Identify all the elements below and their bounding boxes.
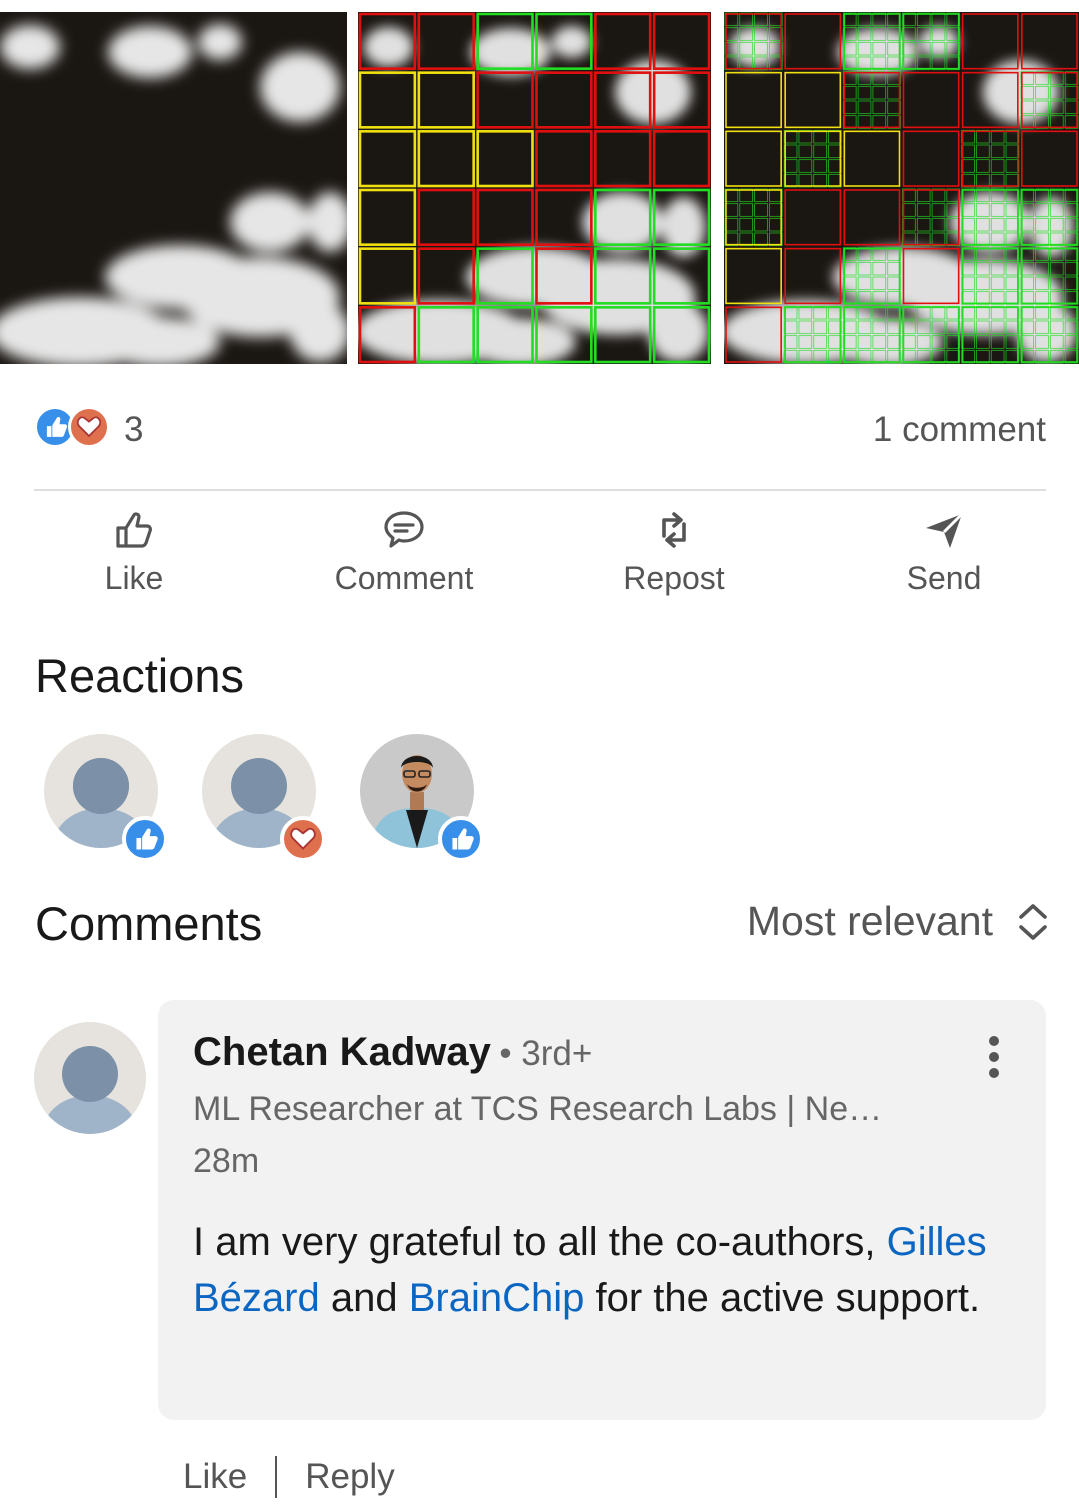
post-image-strip xyxy=(0,0,1079,364)
post-action-bar: Like Comment Repost Send xyxy=(0,500,1079,610)
paper-plane-icon xyxy=(926,512,964,548)
more-options-icon[interactable] xyxy=(984,1036,1004,1080)
reaction-count[interactable]: 3 xyxy=(124,410,143,450)
comment-reply-button[interactable]: Reply xyxy=(305,1457,394,1496)
reactor-avatar[interactable] xyxy=(44,734,168,862)
separator xyxy=(275,1456,278,1498)
social-counts: 3 1 comment xyxy=(34,404,1046,454)
send-label: Send xyxy=(906,560,982,596)
speech-bubble-icon xyxy=(384,511,424,548)
divider xyxy=(34,489,1046,491)
mention-link[interactable]: BrainChip xyxy=(409,1276,585,1320)
reactors-list xyxy=(44,734,544,864)
sort-label: Most relevant xyxy=(746,898,993,944)
repost-label: Repost xyxy=(623,560,725,596)
comment-actions: Like Reply xyxy=(183,1456,395,1504)
thumbs-up-icon xyxy=(116,512,152,548)
repost-icon xyxy=(662,512,686,548)
comment-label: Comment xyxy=(334,560,474,596)
love-reaction-icon xyxy=(68,406,110,448)
comment-like-button[interactable]: Like xyxy=(183,1457,247,1496)
sort-dropdown[interactable]: Most relevant xyxy=(747,898,1051,948)
comment-text-part: and xyxy=(319,1276,409,1320)
comment-text-part: I am very grateful to all the co-authors… xyxy=(193,1220,887,1264)
like-badge-icon xyxy=(438,816,484,862)
comment-author-name[interactable]: Chetan Kadway xyxy=(193,1030,491,1074)
reactor-avatar[interactable] xyxy=(360,734,484,862)
multi-scale-patch-overlay[interactable] xyxy=(724,12,1079,364)
reactions-heading: Reactions xyxy=(35,649,244,702)
connection-degree: • 3rd+ xyxy=(499,1034,593,1073)
comment-author-row: Chetan Kadway • 3rd+ xyxy=(193,1030,592,1075)
patch-classification-overlay[interactable] xyxy=(358,12,711,364)
like-badge-icon xyxy=(122,816,168,862)
like-button[interactable]: Like xyxy=(34,500,234,610)
comment-bubble: Chetan Kadway • 3rd+ ML Researcher at TC… xyxy=(158,1000,1046,1420)
comment-text-part: for the active support. xyxy=(584,1276,981,1320)
comment-count[interactable]: 1 comment xyxy=(873,410,1046,450)
comment-text: I am very grateful to all the co-authors… xyxy=(193,1214,1013,1326)
repost-button[interactable]: Repost xyxy=(574,500,774,610)
comment-author-headline: ML Researcher at TCS Research Labs | Ne… xyxy=(193,1090,883,1128)
reactor-avatar[interactable] xyxy=(202,734,326,862)
comments-heading: Comments xyxy=(35,897,263,950)
comment-timestamp: 28m xyxy=(193,1142,260,1180)
send-button[interactable]: Send xyxy=(844,500,1044,610)
reaction-icons[interactable] xyxy=(34,406,114,450)
commenter-avatar[interactable] xyxy=(34,1022,146,1134)
like-label: Like xyxy=(104,560,164,596)
satellite-cloud-image[interactable] xyxy=(0,12,347,364)
love-badge-icon xyxy=(280,816,326,862)
comment-button[interactable]: Comment xyxy=(304,500,504,610)
sort-chevrons-icon xyxy=(1019,903,1047,940)
